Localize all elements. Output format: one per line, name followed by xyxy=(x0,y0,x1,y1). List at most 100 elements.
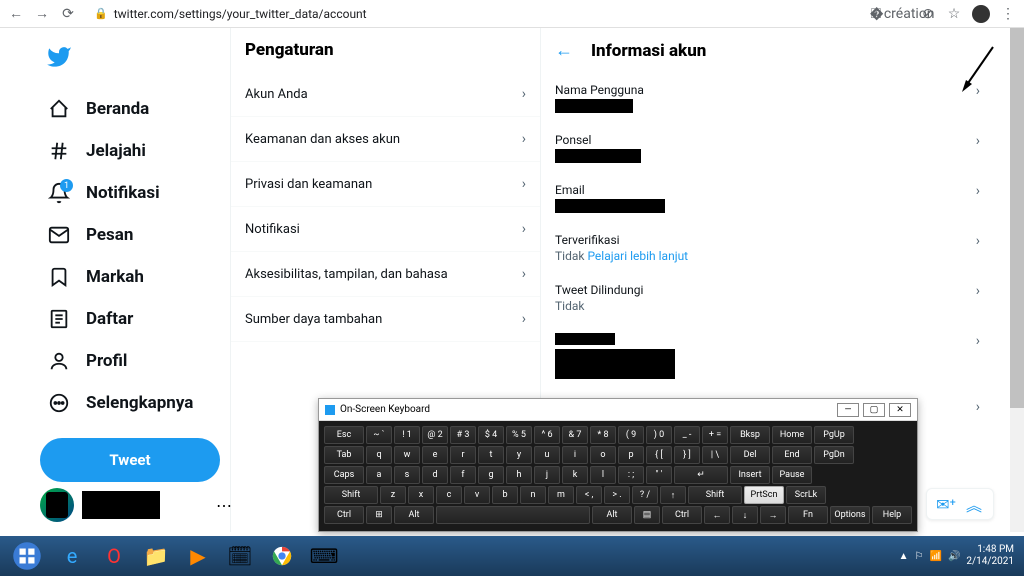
osk-close-button[interactable]: ✕ xyxy=(889,403,911,417)
settings-row[interactable]: Sumber daya tambahan› xyxy=(231,297,540,342)
osk-key[interactable]: Ctrl xyxy=(324,506,364,524)
osk-key[interactable]: v xyxy=(464,486,490,504)
osk-key[interactable]: ↵ xyxy=(674,466,728,484)
osk-key[interactable]: ▤ xyxy=(634,506,660,524)
osk-key[interactable]: _ - xyxy=(674,426,700,444)
sidebar-item-messages[interactable]: Pesan xyxy=(40,214,218,256)
back-arrow-icon[interactable]: ← xyxy=(555,40,573,61)
twitter-logo-icon[interactable] xyxy=(46,44,72,70)
osk-key[interactable]: Insert xyxy=(730,466,770,484)
star-icon[interactable]: ☆ xyxy=(946,6,962,22)
osk-key[interactable]: Bksp xyxy=(730,426,770,444)
osk-key[interactable]: u xyxy=(534,446,560,464)
osk-key[interactable]: ScrLk xyxy=(786,486,826,504)
osk-key[interactable]: Fn xyxy=(788,506,828,524)
settings-row[interactable]: Notifikasi› xyxy=(231,207,540,252)
tray-up-icon[interactable]: ▲ xyxy=(899,551,909,562)
sidebar-item-notifications[interactable]: 1 Notifikasi xyxy=(40,172,218,214)
compose-icon[interactable]: ✉⁺ xyxy=(935,493,957,515)
tray-volume-icon[interactable]: 🔊 xyxy=(948,551,960,562)
osk-key[interactable]: Shift xyxy=(324,486,378,504)
sidebar-item-home[interactable]: Beranda xyxy=(40,88,218,130)
osk-key[interactable]: ( 9 xyxy=(618,426,644,444)
back-button[interactable]: ← xyxy=(8,6,24,22)
info-row[interactable]: Ponsel› xyxy=(541,123,994,173)
osk-key[interactable]: ~ ` xyxy=(366,426,392,444)
osk-key[interactable]: p xyxy=(618,446,644,464)
scroll-thumb[interactable] xyxy=(1010,28,1024,408)
osk-key[interactable]: PgDn xyxy=(814,446,854,464)
osk-key[interactable]: r xyxy=(450,446,476,464)
block-icon[interactable]: ⊘ xyxy=(920,6,936,22)
osk-key[interactable]: @ 2 xyxy=(422,426,448,444)
settings-row[interactable]: Keamanan dan akses akun› xyxy=(231,117,540,162)
osk-key[interactable]: ^ 6 xyxy=(534,426,560,444)
osk-key[interactable]: % 5 xyxy=(506,426,532,444)
osk-key[interactable]: $ 4 xyxy=(478,426,504,444)
osk-key[interactable]: a xyxy=(366,466,392,484)
osk-key[interactable]: + = xyxy=(702,426,728,444)
osk-key[interactable]: ← xyxy=(704,506,730,524)
tray-network-icon[interactable]: 📶 xyxy=(930,551,942,562)
osk-key[interactable]: n xyxy=(520,486,546,504)
osk-key[interactable]: : ; xyxy=(618,466,644,484)
osk-key[interactable]: " ' xyxy=(646,466,672,484)
osk-key[interactable]: { [ xyxy=(646,446,672,464)
osk-key[interactable]: f xyxy=(450,466,476,484)
osk-key[interactable]: PrtScn xyxy=(744,486,784,504)
osk-key[interactable]: j xyxy=(534,466,560,484)
osk-key[interactable]: z xyxy=(380,486,406,504)
learn-more-link[interactable]: Pelajari lebih lanjut xyxy=(587,249,688,263)
info-row[interactable]: Email› xyxy=(541,173,994,223)
osk-key[interactable]: b xyxy=(492,486,518,504)
osk-key[interactable]: c xyxy=(436,486,462,504)
taskbar-clock[interactable]: 1:48 PM 2/14/2021 xyxy=(966,544,1020,568)
tweet-button[interactable]: Tweet xyxy=(40,438,220,482)
taskbar-media-icon[interactable]: ▶ xyxy=(178,539,218,573)
install-icon[interactable]: �création xyxy=(894,6,910,22)
osk-key[interactable]: & 7 xyxy=(562,426,588,444)
account-switcher[interactable]: ⋯ xyxy=(40,488,234,522)
osk-key[interactable]: d xyxy=(422,466,448,484)
sidebar-item-profile[interactable]: Profil xyxy=(40,340,218,382)
osk-key[interactable]: k xyxy=(562,466,588,484)
osk-key[interactable]: e xyxy=(422,446,448,464)
osk-maximize-button[interactable]: ▢ xyxy=(863,403,885,417)
osk-key[interactable]: s xyxy=(394,466,420,484)
osk-key[interactable]: Home xyxy=(772,426,812,444)
forward-button[interactable]: → xyxy=(34,6,50,22)
taskbar-opera-icon[interactable]: O xyxy=(94,539,134,573)
reload-button[interactable]: ⟳ xyxy=(60,6,76,22)
sidebar-item-more[interactable]: Selengkapnya xyxy=(40,382,218,424)
system-tray[interactable]: ▲ ⚐ 📶 🔊 1:48 PM 2/14/2021 xyxy=(899,544,1020,568)
osk-key[interactable]: Options xyxy=(830,506,870,524)
collapse-icon[interactable]: ︽ xyxy=(963,493,985,515)
osk-key[interactable]: | \ xyxy=(702,446,728,464)
osk-key-space[interactable] xyxy=(436,506,590,524)
osk-key[interactable]: Tab xyxy=(324,446,364,464)
osk-key[interactable]: Shift xyxy=(688,486,742,504)
start-button[interactable] xyxy=(4,539,50,573)
osk-key[interactable]: Del xyxy=(730,446,770,464)
osk-key[interactable]: w xyxy=(394,446,420,464)
osk-key[interactable]: Pause xyxy=(772,466,812,484)
osk-key[interactable]: < , xyxy=(576,486,602,504)
info-row[interactable]: TerverifikasiTidak Pelajari lebih lanjut… xyxy=(541,223,994,273)
scrollbar[interactable] xyxy=(1010,28,1024,532)
taskbar-explorer-icon[interactable]: 📁 xyxy=(136,539,176,573)
info-row[interactable]: Tweet DilindungiTidak› xyxy=(541,273,994,323)
osk-key[interactable]: o xyxy=(590,446,616,464)
osk-key[interactable]: ) 0 xyxy=(646,426,672,444)
profile-avatar-icon[interactable] xyxy=(972,5,990,23)
osk-key[interactable]: Help xyxy=(872,506,912,524)
info-row[interactable]: Nama Pengguna› xyxy=(541,73,994,123)
sidebar-item-bookmarks[interactable]: Markah xyxy=(40,256,218,298)
osk-key[interactable]: } ] xyxy=(674,446,700,464)
osk-key[interactable]: PgUp xyxy=(814,426,854,444)
tray-flag-icon[interactable]: ⚐ xyxy=(915,551,924,562)
osk-key[interactable]: Alt xyxy=(592,506,632,524)
sidebar-item-explore[interactable]: Jelajahi xyxy=(40,130,218,172)
osk-key[interactable]: Esc xyxy=(324,426,364,444)
address-bar[interactable]: 🔒 twitter.com/settings/your_twitter_data… xyxy=(86,5,858,23)
info-row[interactable]: › xyxy=(541,323,994,389)
